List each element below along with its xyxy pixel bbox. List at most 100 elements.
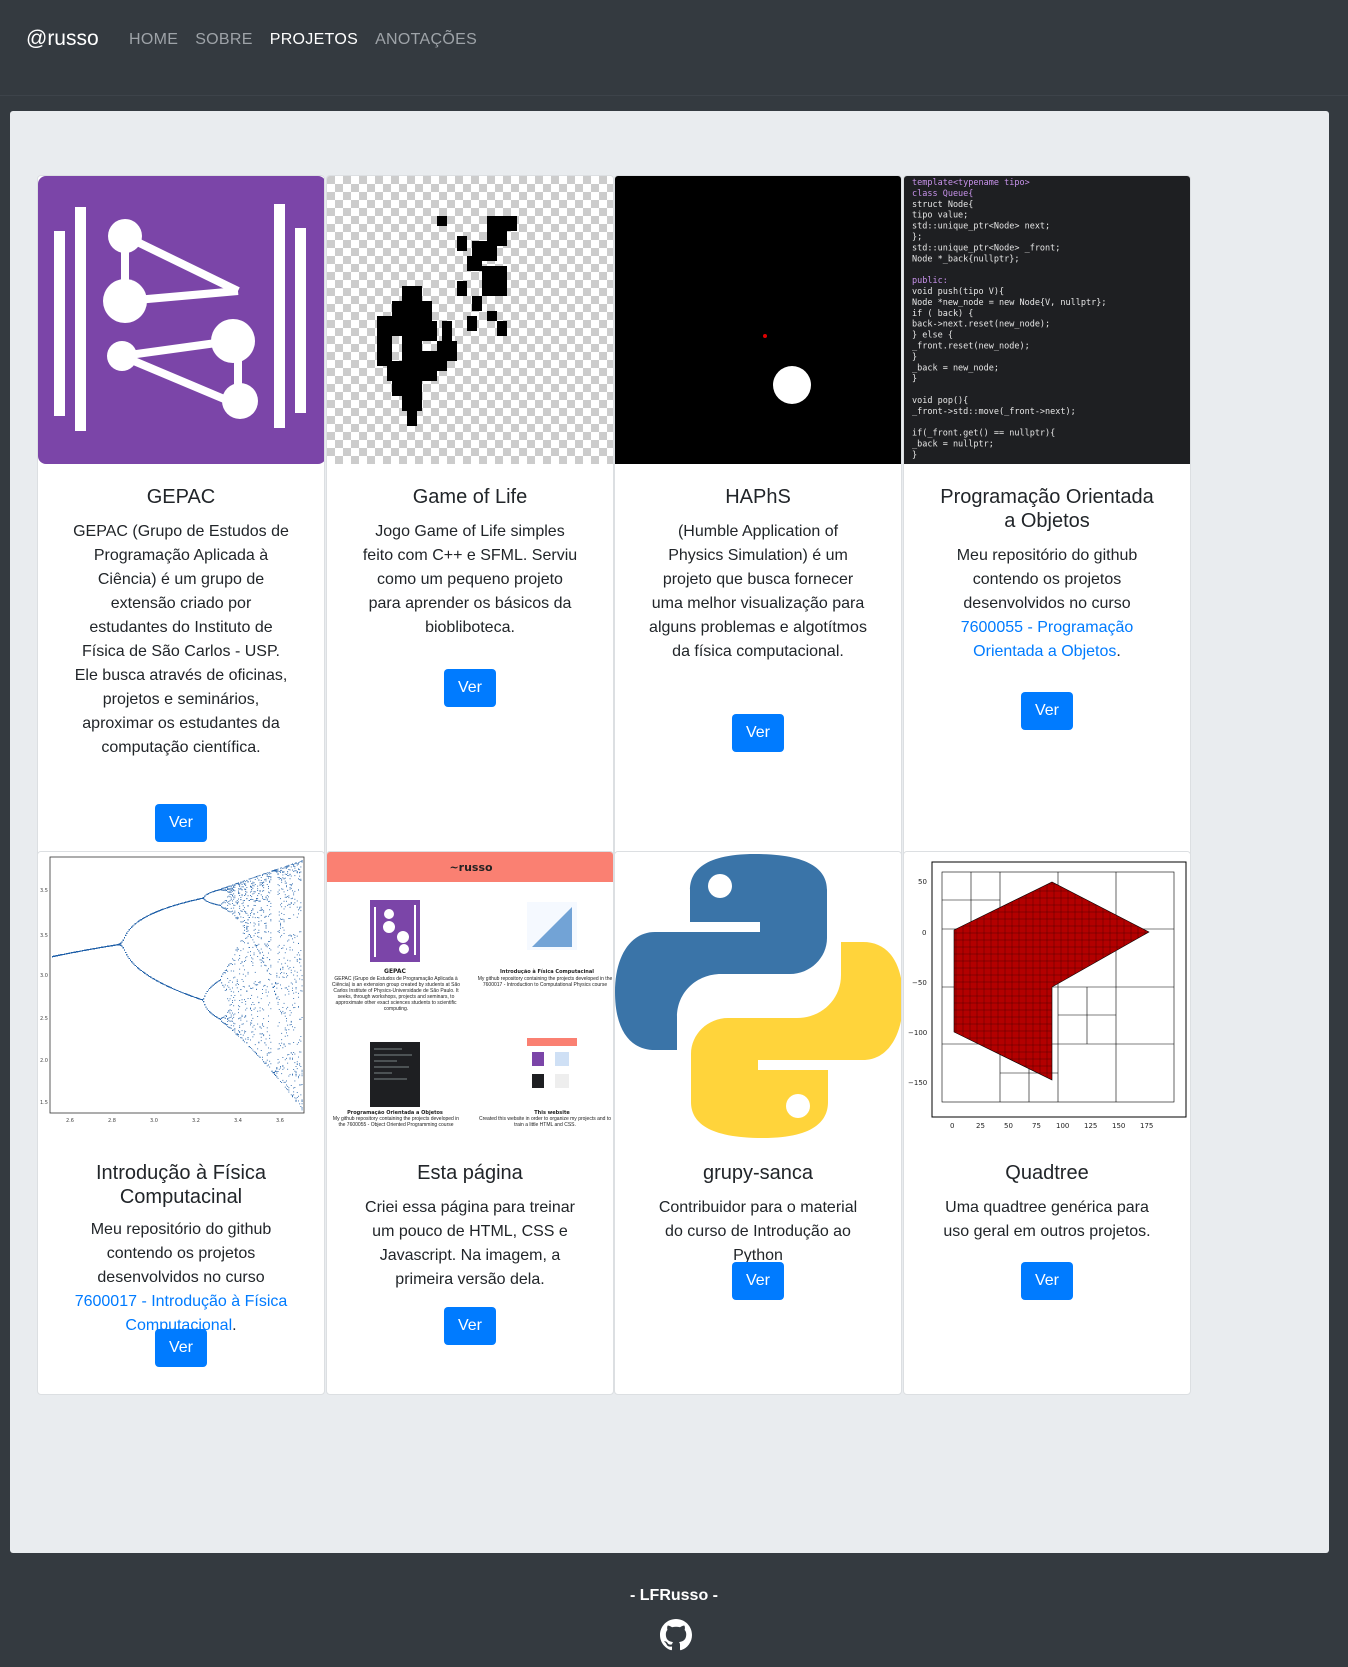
y-tick: 2.0: [40, 1058, 48, 1064]
thumb-card-text: GEPAC (Grupo de Estudos de Programação A…: [331, 976, 461, 1012]
card-title: Esta página: [417, 1162, 523, 1184]
card-text: Meu repositório do github contendo os pr…: [956, 547, 1138, 660]
card-title: Introdução à Física Computacinal: [95, 1162, 267, 1208]
code-screenshot-image: template<typename tipo>class Queue{ stru…: [904, 176, 1190, 464]
card-title: GEPAC: [146, 486, 216, 508]
x-tick: 25: [976, 1122, 985, 1130]
code-line: std::unique_ptr<Node> next;: [912, 222, 1050, 232]
project-card-fisica-computacional: 3.5 3.5 3.0 2.5 2.0 1.5 2.6 2.8 3.0 3.2 …: [37, 851, 325, 1395]
ver-button[interactable]: Ver: [731, 714, 785, 752]
y-tick: 2.5: [40, 1016, 48, 1022]
code-line: }: [912, 352, 917, 362]
ver-button[interactable]: Ver: [731, 1262, 785, 1300]
y-tick: 3.5: [40, 888, 48, 894]
python-logo-image: [615, 852, 901, 1140]
x-tick: 75: [1032, 1122, 1041, 1130]
website-screenshot-image: ~russo GEPAC GEPAC (Grupo de Estudos de …: [327, 852, 613, 1140]
brand-logo[interactable]: @russo: [26, 27, 99, 51]
y-tick: −50: [912, 979, 927, 987]
code-line: _front->std::move(_front->next);: [912, 407, 1076, 417]
course-link[interactable]: 7600017 - Introdução à Física Computacio…: [75, 1293, 288, 1334]
game-of-life-image: [327, 176, 613, 464]
code-line: back->next.reset(new_node);: [912, 320, 1050, 330]
x-tick: 150: [1112, 1122, 1125, 1130]
card-text: Contribuidor para o material do curso de…: [658, 1199, 858, 1264]
card-title: Game of Life: [412, 486, 528, 508]
x-tick: 3.4: [234, 1118, 242, 1124]
thumb-card-title: GEPAC: [384, 968, 407, 975]
project-card-poo: template<typename tipo> class Queue{ stru…: [903, 175, 1191, 883]
ver-button[interactable]: Ver: [443, 669, 497, 707]
nav-links: HOME SOBRE PROJETOS ANOTAÇÕES: [129, 31, 477, 49]
x-tick: 100: [1056, 1122, 1069, 1130]
code-line: std::unique_ptr<Node> _front;: [912, 243, 1060, 253]
y-tick: 0: [922, 929, 926, 937]
nav-link-home[interactable]: HOME: [129, 31, 178, 49]
card-title: grupy-sanca: [702, 1162, 814, 1184]
thumb-card-text: My github repository containing the proj…: [332, 1116, 460, 1128]
code-line: _back = new_node;: [912, 363, 999, 373]
ver-button[interactable]: Ver: [154, 804, 208, 842]
code-line: struct Node{: [912, 200, 973, 210]
project-card-grupy-sanca: grupy-sanca Contribuidor para o material…: [614, 851, 902, 1395]
thumb-header: ~russo: [449, 861, 493, 874]
x-tick: 2.8: [108, 1118, 116, 1124]
y-tick: −100: [908, 1029, 927, 1037]
x-tick: 125: [1084, 1122, 1097, 1130]
projects-container: GEPAC GEPAC (Grupo de Estudos de Program…: [10, 111, 1329, 1553]
code-line: } else {: [912, 331, 953, 341]
course-link[interactable]: 7600055 - Programação Orientada a Objeto…: [961, 619, 1134, 660]
x-tick: 3.6: [276, 1118, 284, 1124]
thumb-card-text: My github repository containing the proj…: [477, 976, 613, 988]
card-text: Jogo Game of Life simples feito com C++ …: [362, 523, 578, 636]
project-card-game-of-life: Game of Life Jogo Game of Life simples f…: [326, 175, 614, 883]
code-line: };: [912, 233, 922, 243]
quadtree-plot-image: 50 0 −50 −100 −150 0 25 50 75 100 125 15…: [904, 852, 1190, 1140]
card-text: GEPAC (Grupo de Estudos de Programação A…: [73, 523, 289, 756]
github-icon[interactable]: [660, 1619, 692, 1651]
x-tick: 2.6: [66, 1118, 74, 1124]
ver-button[interactable]: Ver: [1020, 692, 1074, 730]
code-line: public:: [912, 276, 948, 286]
nav-link-projetos[interactable]: PROJETOS: [270, 31, 358, 49]
y-tick: 3.0: [40, 973, 48, 979]
y-tick: −150: [908, 1079, 927, 1087]
navbar: @russo HOME SOBRE PROJETOS ANOTAÇÕES: [0, 0, 1348, 82]
ver-button[interactable]: Ver: [443, 1307, 497, 1345]
code-line: void push(tipo V){: [912, 287, 1004, 297]
code-line: template<typename tipo>: [912, 178, 1030, 188]
code-line: _back = nullptr;: [912, 440, 994, 450]
code-line: Node *_back{nullptr};: [912, 254, 1019, 264]
card-title: Programação Orientada a Objetos: [940, 486, 1154, 532]
card-title: HAPhS: [725, 486, 791, 508]
thumb-card-title: Introdução à Física Computacinal: [500, 968, 594, 975]
bifurcation-diagram-image: 3.5 3.5 3.0 2.5 2.0 1.5 2.6 2.8 3.0 3.2 …: [38, 852, 324, 1140]
gepac-logo-image: [38, 176, 324, 464]
haphs-simulation-image: [615, 176, 901, 464]
footer-author: - LFRusso -: [630, 1587, 718, 1604]
card-text: Criei essa página para treinar um pouco …: [365, 1199, 575, 1288]
code-line: }: [912, 451, 917, 461]
ver-button[interactable]: Ver: [154, 1329, 208, 1367]
x-tick: 0: [950, 1122, 954, 1130]
x-tick: 50: [1004, 1122, 1013, 1130]
code-line: if ( back) {: [912, 309, 973, 319]
x-tick: 3.0: [150, 1118, 158, 1124]
project-card-haphs: HAPhS (Humble Application of Physics Sim…: [614, 175, 902, 883]
code-line: Node *new_node = new Node{V, nullptr};: [912, 298, 1106, 308]
thumb-card-text: Created this website in order to organiz…: [478, 1116, 611, 1128]
y-tick: 50: [918, 878, 927, 886]
y-tick: 1.5: [40, 1100, 48, 1106]
card-text: Meu repositório do github contendo os pr…: [74, 1221, 288, 1334]
card-text: Uma quadtree genérica para uso geral em …: [943, 1199, 1151, 1240]
code-line: _front.reset(new_node);: [912, 342, 1030, 352]
code-line: if(_front.get() == nullptr){: [912, 429, 1055, 439]
nav-link-anotacoes[interactable]: ANOTAÇÕES: [375, 31, 477, 49]
nav-link-sobre[interactable]: SOBRE: [195, 31, 253, 49]
code-line: void pop(){: [912, 396, 968, 406]
ver-button[interactable]: Ver: [1020, 1262, 1074, 1300]
card-title: Quadtree: [1005, 1162, 1089, 1184]
y-tick: 3.5: [40, 933, 48, 939]
project-card-esta-pagina: ~russo GEPAC GEPAC (Grupo de Estudos de …: [326, 851, 614, 1395]
code-line: tipo value;: [912, 211, 968, 221]
